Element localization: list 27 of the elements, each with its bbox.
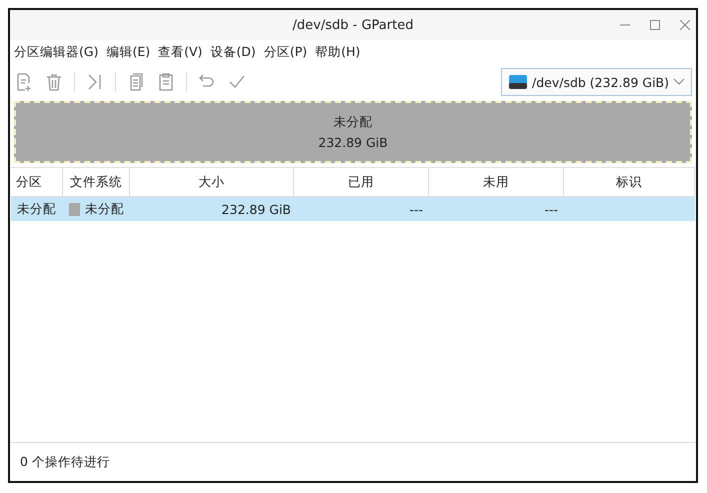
disk-drive-icon — [508, 73, 528, 91]
menu-item[interactable]: 查看(V) — [158, 44, 202, 61]
table-cell: 232.89 GiB — [222, 202, 291, 216]
menu-item[interactable]: 分区(P) — [264, 44, 308, 61]
column-header[interactable]: 未用 — [429, 167, 564, 197]
partition-size: 232.89 GiB — [318, 135, 388, 150]
table-row[interactable]: 未分配 未分配 232.89 GiB --- --- — [11, 197, 695, 221]
column-header[interactable]: 大小 — [130, 167, 294, 197]
column-header[interactable]: 已用 — [294, 167, 429, 197]
menu-item[interactable]: 分区编辑器(G) — [14, 44, 98, 61]
close-icon[interactable] — [680, 20, 690, 30]
table-cell: --- — [544, 202, 558, 216]
trash-icon[interactable] — [44, 72, 64, 92]
status-text: 0 个操作待进行 — [20, 454, 110, 470]
menu-item[interactable]: 设备(D) — [210, 44, 256, 61]
unallocated-partition-bar[interactable]: 未分配 232.89 GiB — [14, 101, 692, 163]
table-cell: 未分配 — [17, 200, 56, 218]
partition-label: 未分配 — [334, 114, 372, 131]
menu-item[interactable]: 编辑(E) — [106, 44, 150, 61]
dropdown-chevron-icon — [673, 78, 685, 86]
column-header[interactable]: 标识 — [564, 167, 695, 197]
maximize-icon[interactable] — [650, 20, 660, 30]
device-selector[interactable]: /dev/sdb (232.89 GiB) — [501, 68, 692, 96]
menu-item[interactable]: 帮助(H) — [315, 44, 360, 61]
window-title: /dev/sdb - GParted — [292, 18, 414, 32]
table-cell: 未分配 — [85, 200, 124, 218]
table-cell: --- — [409, 202, 423, 216]
